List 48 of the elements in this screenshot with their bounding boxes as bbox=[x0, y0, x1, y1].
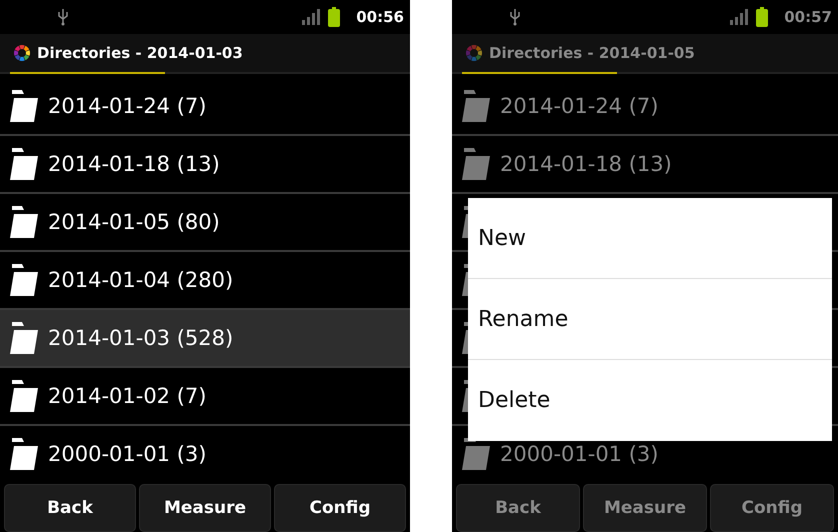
toolbar-button[interactable]: Measure bbox=[583, 484, 707, 532]
folder-icon bbox=[462, 438, 490, 470]
directory-item[interactable]: 2014-01-03 (528) bbox=[0, 310, 410, 368]
folder-icon bbox=[10, 264, 38, 296]
directory-item[interactable]: 2000-01-01 (3) bbox=[0, 426, 410, 482]
directory-label: 2014-01-18 (13) bbox=[500, 152, 672, 176]
directory-item[interactable]: 2014-01-18 (13) bbox=[452, 136, 838, 194]
menu-item[interactable]: Rename bbox=[468, 279, 832, 360]
directory-label: 2014-01-02 (7) bbox=[48, 384, 206, 408]
folder-icon bbox=[10, 90, 38, 122]
folder-icon bbox=[10, 438, 38, 470]
folder-icon bbox=[10, 206, 38, 238]
folder-icon bbox=[10, 148, 38, 180]
toolbar-button[interactable]: Back bbox=[4, 484, 136, 532]
battery-icon bbox=[328, 6, 340, 27]
folder-icon bbox=[462, 90, 490, 122]
signal-icon bbox=[302, 8, 320, 25]
directory-item[interactable]: 2014-01-24 (7) bbox=[452, 78, 838, 136]
directory-label: 2014-01-04 (280) bbox=[48, 268, 234, 292]
window-title: Directories - 2014-01-03 bbox=[37, 44, 243, 62]
directory-item[interactable]: 2014-01-24 (7) bbox=[0, 78, 410, 136]
battery-icon bbox=[756, 6, 768, 27]
usb-icon bbox=[510, 8, 520, 26]
color-wheel-icon bbox=[464, 42, 484, 63]
directory-label: 2014-01-05 (80) bbox=[48, 210, 220, 234]
folder-icon bbox=[10, 322, 38, 354]
directory-label: 2014-01-24 (7) bbox=[48, 94, 206, 118]
toolbar-button[interactable]: Measure bbox=[139, 484, 271, 532]
menu-item[interactable]: New bbox=[468, 198, 832, 279]
status-time: 00:57 bbox=[784, 8, 832, 26]
folder-icon bbox=[10, 380, 38, 412]
usb-icon bbox=[58, 8, 68, 26]
color-wheel-icon bbox=[12, 42, 32, 63]
folder-icon bbox=[462, 148, 490, 180]
toolbar-button[interactable]: Config bbox=[710, 484, 834, 532]
status-time: 00:56 bbox=[356, 8, 404, 26]
directory-item[interactable]: 2014-01-05 (80) bbox=[0, 194, 410, 252]
directory-item[interactable]: 2014-01-02 (7) bbox=[0, 368, 410, 426]
directory-label: 2000-01-01 (3) bbox=[48, 442, 206, 466]
signal-icon bbox=[730, 8, 748, 25]
toolbar-button[interactable]: Config bbox=[274, 484, 406, 532]
directory-label: 2014-01-03 (528) bbox=[48, 326, 234, 350]
directory-item[interactable]: 2014-01-18 (13) bbox=[0, 136, 410, 194]
directory-label: 2014-01-24 (7) bbox=[500, 94, 658, 118]
directory-label: 2000-01-01 (3) bbox=[500, 442, 658, 466]
window-title: Directories - 2014-01-05 bbox=[489, 44, 695, 62]
toolbar-button[interactable]: Back bbox=[456, 484, 580, 532]
directory-label: 2014-01-18 (13) bbox=[48, 152, 220, 176]
